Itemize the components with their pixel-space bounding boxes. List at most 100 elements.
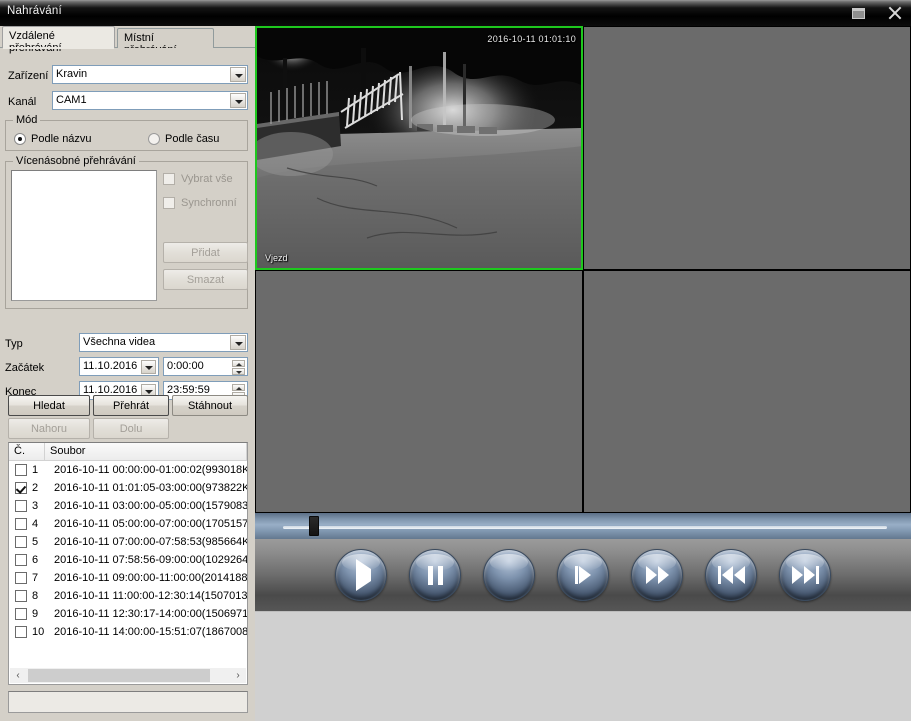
play-button[interactable]: Přehrát [93, 395, 169, 416]
search-button[interactable]: Hledat [8, 395, 90, 416]
video-cell-3[interactable] [255, 270, 583, 513]
device-combo[interactable]: Kravin [52, 65, 248, 84]
file-index: 8 [32, 590, 39, 602]
file-name: 2016-10-11 01:01:05-03:00:00(973822K [54, 482, 247, 494]
move-up-button[interactable]: Nahoru [8, 418, 90, 439]
column-header-number[interactable]: Č. [9, 443, 45, 460]
file-checkbox-icon[interactable] [15, 590, 27, 602]
radio-by-time[interactable]: Podle času [148, 133, 219, 145]
multi-playback-listbox[interactable] [11, 170, 157, 301]
next-icon [791, 566, 819, 584]
table-row[interactable]: 6 2016-10-11 07:58:56-09:00:00(1029264 [9, 551, 247, 569]
next-file-control-button[interactable] [779, 549, 831, 601]
pause-control-button[interactable] [409, 549, 461, 601]
minimize-icon [851, 7, 865, 19]
previous-file-control-button[interactable] [705, 549, 757, 601]
scroll-left-icon[interactable]: ‹ [10, 668, 26, 683]
move-down-button[interactable]: Dolu [93, 418, 169, 439]
video-cell-2[interactable] [583, 26, 911, 270]
download-button[interactable]: Stáhnout [172, 395, 248, 416]
file-name: 2016-10-11 05:00:00-07:00:00(1705157 [54, 518, 247, 530]
file-checkbox-icon[interactable] [15, 464, 27, 476]
recording-playback-window: Nahrávání Vzdálené přehrávání Místní pře… [0, 0, 911, 721]
column-header-file[interactable]: Soubor [45, 443, 247, 460]
select-all-label: Vybrat vše [181, 173, 233, 185]
seek-track[interactable] [283, 526, 887, 529]
mode-group-title: Mód [13, 114, 41, 126]
start-time-stepper[interactable] [232, 360, 245, 375]
file-name: 2016-10-11 07:00:00-07:58:53(985664K [54, 536, 247, 548]
device-combo-value: Kravin [56, 68, 88, 80]
type-combo[interactable]: Všechna videa [79, 333, 248, 352]
start-time-field[interactable]: 0:00:00 [163, 357, 248, 376]
fast-forward-control-button[interactable] [631, 549, 683, 601]
previous-icon [717, 566, 745, 584]
table-row[interactable]: 9 2016-10-11 12:30:17-14:00:00(1506971 [9, 605, 247, 623]
video-timestamp-overlay: 2016-10-11 01:01:10 [487, 34, 576, 44]
file-list-rows: 1 2016-10-11 00:00:00-01:00:02(993018K 2 20… [9, 461, 247, 641]
playback-control-bar [255, 539, 911, 611]
file-checkbox-icon[interactable] [15, 572, 27, 584]
chevron-down-icon[interactable] [230, 335, 246, 350]
fast-forward-icon [645, 566, 669, 584]
file-name: 2016-10-11 12:30:17-14:00:00(1506971 [54, 608, 247, 620]
delete-button[interactable]: Smazat [163, 269, 248, 290]
file-checkbox-icon[interactable] [15, 626, 27, 638]
table-row[interactable]: 8 2016-10-11 11:00:00-12:30:14(1507013 [9, 587, 247, 605]
status-bar-box [8, 691, 248, 713]
file-checkbox-icon[interactable] [15, 554, 27, 566]
seek-bar[interactable] [255, 513, 911, 539]
hscroll-thumb[interactable] [28, 669, 210, 682]
video-frame-image [257, 28, 581, 268]
add-button[interactable]: Přidat [163, 242, 248, 263]
start-date-field[interactable]: 11.10.2016 [79, 357, 159, 376]
tab-local-playback[interactable]: Místní přehrávání [117, 28, 214, 56]
slow-play-control-button[interactable] [557, 549, 609, 601]
file-name: 2016-10-11 14:00:00-15:51:07(1867008 [54, 626, 247, 638]
file-name: 2016-10-11 00:00:00-01:00:02(993018K [54, 464, 247, 476]
pause-icon [427, 565, 443, 585]
channel-label: Kanál [8, 96, 37, 108]
hscroll-track[interactable] [26, 668, 230, 683]
channel-combo-value: CAM1 [56, 94, 87, 106]
seek-thumb[interactable] [309, 516, 320, 536]
table-row[interactable]: 7 2016-10-11 09:00:00-11:00:00(2014188 [9, 569, 247, 587]
sync-checkbox[interactable]: Synchronní [163, 197, 237, 209]
video-feed-1 [257, 28, 581, 268]
close-icon [887, 6, 902, 21]
tab-remote-playback[interactable]: Vzdálené přehrávání [2, 26, 115, 54]
video-cell-4[interactable] [583, 270, 911, 513]
video-cell-1[interactable]: 2016-10-11 01:01:10 Vjezd [255, 26, 583, 270]
video-area: 2016-10-11 01:01:10 Vjezd [255, 26, 911, 721]
file-list[interactable]: Č. Soubor 1 2016-10-11 00:00:00-01:00:02(… [8, 442, 248, 685]
video-grid: 2016-10-11 01:01:10 Vjezd [255, 26, 911, 513]
chevron-down-icon[interactable] [230, 67, 246, 82]
calendar-dropdown-icon[interactable] [141, 360, 156, 374]
table-row[interactable]: 1 2016-10-11 00:00:00-01:00:02(993018K [9, 461, 247, 479]
file-checkbox-icon[interactable] [15, 482, 27, 494]
file-checkbox-icon[interactable] [15, 608, 27, 620]
minimize-button[interactable] [847, 2, 869, 24]
channel-combo[interactable]: CAM1 [52, 91, 248, 110]
tab-remote-playback-label: Vzdálené přehrávání [9, 30, 62, 54]
file-checkbox-icon[interactable] [15, 536, 27, 548]
radio-by-time-label: Podle času [165, 133, 220, 145]
play-control-button[interactable] [335, 549, 387, 601]
file-checkbox-icon[interactable] [15, 518, 27, 530]
select-all-checkbox[interactable]: Vybrat vše [163, 173, 233, 185]
file-checkbox-icon[interactable] [15, 500, 27, 512]
chevron-down-icon[interactable] [230, 93, 246, 108]
scroll-right-icon[interactable]: › [230, 668, 246, 683]
table-row[interactable]: 2 2016-10-11 01:01:05-03:00:00(973822K [9, 479, 247, 497]
active-tab-mask [3, 47, 114, 49]
table-row[interactable]: 3 2016-10-11 03:00:00-05:00:00(1579083 [9, 497, 247, 515]
radio-by-name[interactable]: Podle názvu [14, 133, 92, 145]
table-row[interactable]: 4 2016-10-11 05:00:00-07:00:00(1705157 [9, 515, 247, 533]
file-name: 2016-10-11 11:00:00-12:30:14(1507013 [54, 590, 247, 602]
file-index: 5 [32, 536, 39, 548]
file-list-hscrollbar[interactable]: ‹ › [10, 668, 246, 683]
table-row[interactable]: 10 2016-10-11 14:00:00-15:51:07(1867008 [9, 623, 247, 641]
close-button[interactable] [883, 2, 905, 24]
stop-control-button[interactable] [483, 549, 535, 601]
table-row[interactable]: 5 2016-10-11 07:00:00-07:58:53(985664K [9, 533, 247, 551]
